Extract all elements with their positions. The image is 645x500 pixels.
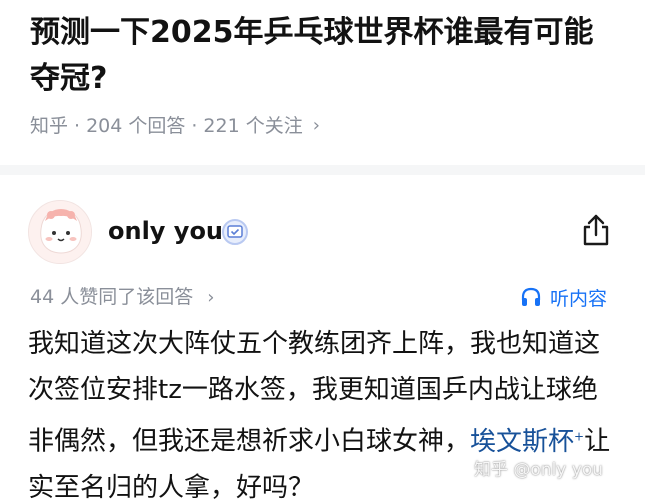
section-divider: [0, 165, 645, 175]
source-label: 知乎: [30, 115, 69, 137]
listen-label: 听内容: [550, 287, 608, 310]
link-mark-icon: +: [574, 429, 585, 443]
avatar[interactable]: [28, 200, 92, 264]
vote-count-line[interactable]: 44 人赞同了该回答 ›: [30, 283, 214, 312]
question-meta[interactable]: 知乎 · 204 个回答 · 221 个关注 ›: [30, 113, 320, 139]
chevron-right-icon: ›: [207, 287, 215, 308]
meta-separator: ·: [74, 115, 81, 137]
watermark: 知乎 @only you: [474, 460, 604, 480]
keyword-link-text: 埃文斯杯: [470, 426, 575, 457]
headphones-icon: [521, 287, 541, 306]
avatar-illustration-icon: [29, 201, 91, 263]
question-title[interactable]: 预测一下2025年乒乓球世界杯谁最有可能夺冠?: [30, 10, 620, 102]
meta-separator: ·: [191, 115, 198, 137]
answer-page: 预测一下2025年乒乓球世界杯谁最有可能夺冠? 知乎 · 204 个回答 · 2…: [0, 0, 645, 500]
chevron-right-icon: ›: [312, 115, 320, 136]
verified-badge-icon: [222, 219, 248, 245]
vote-count: 44 人赞同了该回答: [30, 286, 194, 308]
author-name[interactable]: only you: [108, 214, 223, 248]
listen-button[interactable]: 听内容: [520, 283, 607, 311]
follow-count: 221 个关注: [203, 115, 303, 137]
answers-count: 204 个回答: [86, 115, 186, 137]
share-button[interactable]: [578, 210, 614, 250]
keyword-link[interactable]: 埃文斯杯+: [470, 427, 584, 457]
share-icon: [583, 214, 609, 246]
